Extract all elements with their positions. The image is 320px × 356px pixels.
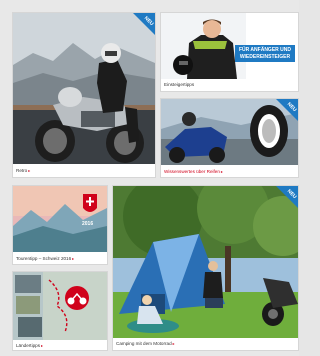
- laendertipps-image: [13, 272, 107, 340]
- tile-reifen-caption[interactable]: Wissenswertes über Reifen▸: [164, 169, 295, 175]
- retro-image: [13, 13, 155, 164]
- new-badge: NEU: [276, 99, 298, 121]
- chevron-right-icon: ▸: [41, 343, 44, 348]
- chevron-right-icon: ▸: [72, 256, 75, 261]
- tile-reifen[interactable]: NEU Wissenswertes über Reifen▸: [161, 99, 298, 177]
- chevron-right-icon: ▸: [220, 169, 223, 174]
- new-badge: NEU: [133, 13, 155, 35]
- tourentipp-image: [13, 186, 107, 252]
- tile-laendertipps-caption-text: Ländertipps: [16, 343, 41, 348]
- beginner-banner: FÜR ANFÄNGER UND WIEDEREINSTEIGER: [234, 45, 295, 63]
- camping-image: [113, 186, 298, 338]
- tile-retro-caption[interactable]: Retro▸: [16, 168, 152, 174]
- tile-tourentipp[interactable]: 2016 Tourentipp – Schweiz 2016▸: [13, 186, 107, 264]
- tile-tourentipp-caption[interactable]: Tourentipp – Schweiz 2016▸: [16, 256, 104, 262]
- tile-camping-caption[interactable]: Camping mit dem Motorrad▸: [116, 341, 295, 347]
- tile-laendertipps[interactable]: Ländertipps▸: [13, 272, 107, 350]
- tile-reifen-caption-text: Wissenswertes über Reifen: [164, 169, 220, 174]
- new-badge: NEU: [276, 186, 298, 208]
- tour-year: 2016: [82, 221, 94, 227]
- tile-retro[interactable]: NEU Retro▸: [13, 13, 155, 177]
- tile-camping[interactable]: NEU Camping mit dem Motorrad▸: [113, 186, 298, 350]
- content-grid: NEU Retro▸ FÜR ANFÄNGER UND WIEDEREINSTE…: [0, 0, 299, 356]
- tile-einsteiger[interactable]: FÜR ANFÄNGER UND WIEDEREINSTEIGER Einste…: [161, 13, 298, 91]
- chevron-right-icon: ▸: [28, 168, 31, 173]
- tile-tourentipp-caption-text: Tourentipp – Schweiz 2016: [16, 256, 72, 261]
- tile-einsteiger-caption-text: Einsteigertipps: [164, 82, 195, 87]
- tile-camping-caption-text: Camping mit dem Motorrad: [116, 341, 172, 346]
- beginner-banner-line2: WIEDEREINSTEIGER: [239, 53, 291, 60]
- tile-einsteiger-caption[interactable]: Einsteigertipps: [164, 82, 295, 88]
- beginner-banner-line1: FÜR ANFÄNGER UND: [238, 47, 291, 53]
- tile-laendertipps-caption[interactable]: Ländertipps▸: [16, 343, 104, 349]
- chevron-right-icon: ▸: [172, 341, 175, 346]
- tile-retro-caption-text: Retro: [16, 168, 28, 173]
